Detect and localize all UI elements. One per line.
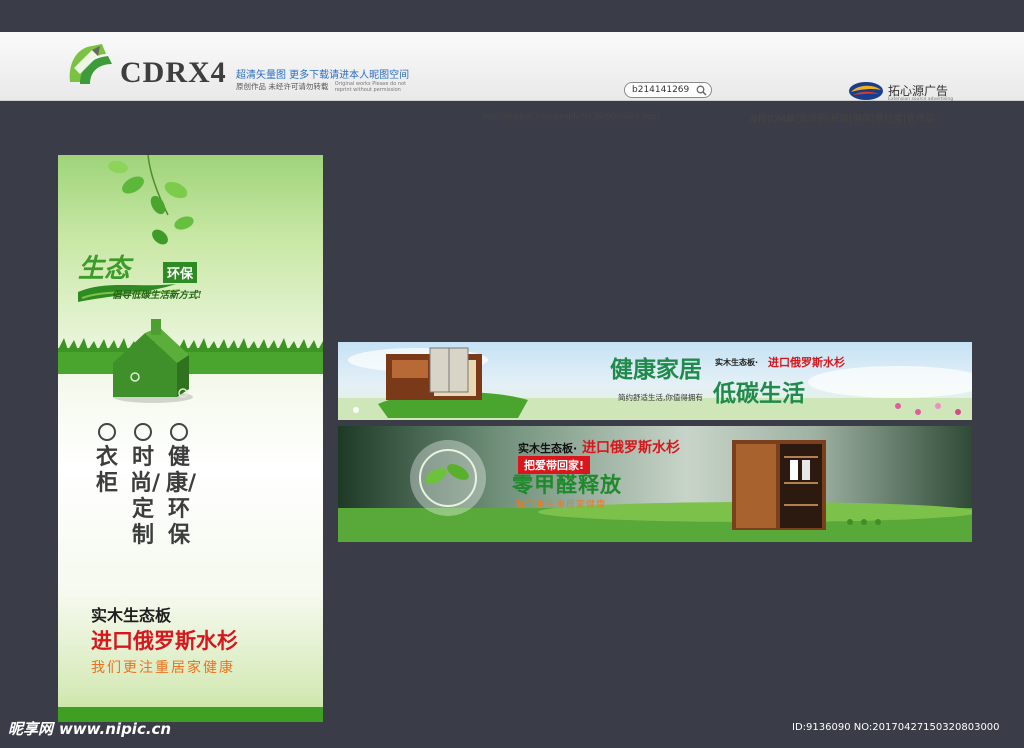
banner1-title-2: 低碳生活 xyxy=(713,381,805,407)
banner2-main: 零甲醛释放 xyxy=(512,473,622,497)
image-id: ID:9136090 NO:20170427150320803000 xyxy=(792,722,1000,733)
corel-draw-logo-icon xyxy=(69,44,112,84)
search-box[interactable]: b214141269 xyxy=(624,82,712,98)
circle-icon xyxy=(170,423,188,441)
nipic-watermark-logo: 昵享网 xyxy=(8,720,54,738)
header-bar: CDRX4 超清矢量图 更多下载请进本人昵图空间 原创作品 未经许可请勿转载 O… xyxy=(0,32,1024,125)
app-name: CDRX4 xyxy=(120,56,227,89)
slogan-sub: 原创作品 未经许可请勿转载 Original works Please do n… xyxy=(236,81,406,93)
eco-logo-text: 生态 xyxy=(78,254,131,284)
profile-link[interactable]: http://hi.nipic.com/people/9136090/index… xyxy=(482,112,660,122)
slogan-sub-en-line2: reprint without permission xyxy=(334,87,401,93)
banner-zero-formaldehyde: 实木生态板· 进口俄罗斯水杉 把爱带回家! 零甲醛释放 我们更注重居家健康 xyxy=(338,426,972,542)
slogan-sub-en: Original works Please do not reprint wit… xyxy=(335,81,406,93)
banner1-title-1: 健康家居 xyxy=(610,357,702,383)
banner2-subtitle-1: 实木生态板· xyxy=(518,442,578,455)
decorative-circles xyxy=(98,423,198,443)
poster-slogan: 我们更注重居家健康 xyxy=(91,660,235,676)
banner1-subtitle-2: 进口俄罗斯水杉 xyxy=(768,356,845,369)
circle-icon xyxy=(98,423,116,441)
brand-name-en: Extension source advertising xyxy=(888,97,954,102)
poster-main-title: 进口俄罗斯水杉 xyxy=(91,629,238,653)
grass-house-icon xyxy=(113,319,193,403)
leaves-icon xyxy=(108,155,194,245)
banner2-subtitle-2: 进口俄罗斯水杉 xyxy=(582,440,680,456)
search-icon[interactable] xyxy=(696,85,707,96)
search-value: b214141269 xyxy=(632,85,690,95)
circle-icon xyxy=(134,423,152,441)
nipic-watermark: 昵享网 www.nipic.cn xyxy=(8,718,171,739)
banner-healthy-home: 健康家居 实木生态板· 进口俄罗斯水杉 简约舒适生活,你值得拥有 低碳生活 xyxy=(338,342,972,420)
vertical-text-2: 时尚/定制 xyxy=(130,445,161,548)
banner1-subtitle-1: 实木生态板· xyxy=(715,358,759,367)
slogan-sub-text: 原创作品 未经许可请勿转载 xyxy=(236,82,329,91)
vertical-text-3: 健康/环保 xyxy=(166,445,197,548)
nipic-watermark-site: www.nipic.cn xyxy=(58,720,172,738)
poster-subtitle: 实木生态板 xyxy=(91,606,172,625)
banner2-small: 我们更注重居家健康 xyxy=(516,500,607,510)
eco-tagline: 倡导低碳生活新方式! xyxy=(112,290,202,301)
banner1-small: 简约舒适生活,你值得拥有 xyxy=(618,393,703,402)
brand-logo-icon xyxy=(849,82,883,100)
vertical-text-1: 衣柜 xyxy=(95,445,118,496)
brand-services: 海报|DM单|宣传册|折页|展架|易拉宝|宣传品 xyxy=(748,114,935,125)
slogan-main: 超清矢量图 更多下载请进本人昵图空间 xyxy=(236,70,410,81)
vertical-poster: 生态 环保 倡导低碳生活新方式! 衣柜 时尚/定制 健康/环保 实木生态板 进口… xyxy=(58,155,323,722)
eco-logo-tag: 环保 xyxy=(163,262,198,283)
